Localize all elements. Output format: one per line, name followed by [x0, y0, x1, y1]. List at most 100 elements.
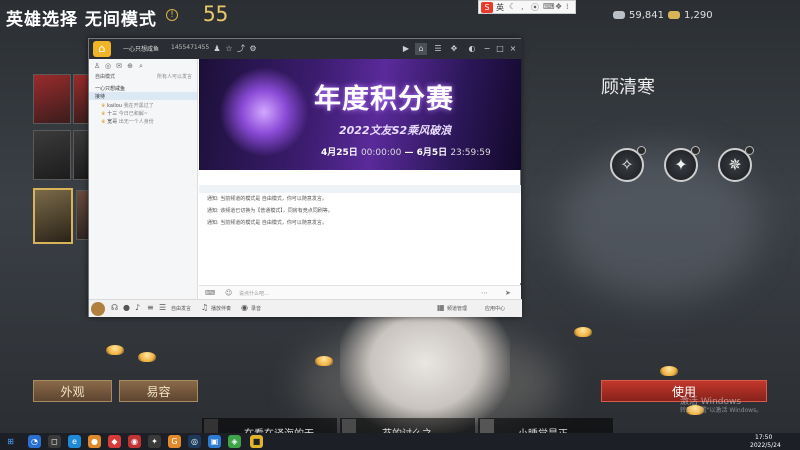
taskbar-date[interactable]: 2022/5/24 [750, 442, 781, 449]
add-icon[interactable]: ⊕ [126, 62, 134, 70]
app-center-button[interactable]: 应用中心 [485, 305, 505, 312]
list-icon[interactable]: ☰ [432, 43, 444, 55]
star-icon[interactable]: ☆ [223, 43, 235, 55]
steam-icon[interactable]: ◎ [188, 435, 201, 448]
chat-bottom-bar: ☊ ● ♪ ≡ ☰ 自由发言 ♫ 播放伴奏 ◉ 录音 ▦ 频道管理 应用中心 [89, 299, 522, 317]
gold-amount: 1,290 [684, 10, 713, 21]
app-icon[interactable]: ● [88, 435, 101, 448]
banner-dates: 4月25日 00:00:00 — 6月5日 23:59:59 [321, 148, 491, 158]
channel-user[interactable]: ♛ 十三 今日已和解~ [101, 110, 148, 117]
punctuation-icon[interactable]: , [521, 2, 524, 11]
banner-start-time: 00:00:00 [360, 148, 402, 158]
skin-icon[interactable]: ◐ [466, 43, 478, 55]
mic-icon[interactable]: ● [123, 303, 130, 312]
share-icon[interactable]: ⤴ [235, 43, 247, 55]
record-button[interactable]: 录音 [251, 305, 261, 312]
moon-icon[interactable]: ☾ [509, 2, 516, 11]
emoji-icon[interactable]: ☺ [225, 289, 232, 297]
message-icon[interactable]: ✉ [115, 62, 123, 70]
channel-user[interactable]: ♛ 宽哥 出无一个人身份 [101, 118, 154, 125]
teammate-avatar [342, 419, 356, 433]
silver-amount: 59,841 [629, 10, 664, 21]
taskbar-time[interactable]: 17:50 [755, 434, 772, 441]
app-icon[interactable]: ◉ [128, 435, 141, 448]
edge-icon[interactable]: e [68, 435, 81, 448]
headset-icon[interactable]: ☊ [111, 303, 118, 312]
mic-settings-icon[interactable]: ◎ [104, 62, 112, 70]
start-icon[interactable]: ⊞ [4, 435, 17, 448]
ime-toolbar[interactable]: S 英 ☾ , ⦿ ⌨ ❖ ⁞ [478, 0, 576, 14]
record-icon[interactable]: ◉ [241, 303, 248, 312]
channel-selected[interactable]: 接待 [95, 93, 105, 100]
hero-tile-selected[interactable] [33, 188, 73, 244]
lotus-lantern-icon [574, 327, 592, 337]
skill-upgrade-icon [745, 146, 754, 155]
free-speech-button[interactable]: 自由发言 [171, 305, 191, 312]
skill-upgrade-icon [637, 146, 646, 155]
send-icon[interactable]: ➤ [505, 289, 511, 297]
message-area-divider [199, 185, 521, 193]
app-icon[interactable]: ✦ [148, 435, 161, 448]
close-icon[interactable]: × [507, 43, 519, 55]
face-button[interactable]: 易容 [119, 380, 198, 402]
app-icon[interactable]: ◻ [48, 435, 61, 448]
hero-tile[interactable] [33, 130, 71, 180]
app-icon[interactable]: ◔ [28, 435, 41, 448]
app-icon[interactable]: ◆ [108, 435, 121, 448]
keyboard-icon[interactable]: ⌨ [543, 2, 555, 11]
welcome-note: 所有人可以发言 [157, 74, 193, 80]
selected-channel-highlight [89, 92, 197, 100]
chat-input[interactable]: 说点什么吧... [239, 290, 269, 297]
hero-tile[interactable] [73, 74, 89, 124]
hero-tile[interactable] [33, 74, 71, 124]
more-icon[interactable]: ⋯ [481, 289, 488, 297]
maximize-icon[interactable]: □ [494, 43, 506, 55]
app-icon[interactable]: ■ [250, 435, 263, 448]
hero-tile[interactable] [73, 130, 89, 180]
minimize-icon[interactable]: − [481, 43, 493, 55]
music-icon[interactable]: ♫ [201, 303, 208, 312]
countdown-timer: 55 [203, 2, 229, 26]
voice-chat-window: ⌂ 一心只想咸鱼 1455471455 ♟ ☆ ⤴ ⚙ ▶ ⌂ ☰ ✥ ◐ − … [88, 38, 522, 317]
banner-title: 年度积分赛 [314, 84, 454, 115]
voice-icon[interactable]: ⦿ [531, 2, 539, 13]
app-icon[interactable]: ▣ [208, 435, 221, 448]
app-icon[interactable]: ◈ [228, 435, 241, 448]
speech-mode-icon[interactable]: ☰ [159, 303, 166, 312]
banner-subtitle: 2022文友S2乘风破浪 [339, 124, 452, 137]
channel-settings-icon[interactable]: ▦ [437, 303, 445, 312]
info-icon[interactable]: ! [166, 9, 178, 21]
chat-titlebar[interactable]: ⌂ 一心只想咸鱼 1455471455 ♟ ☆ ⤴ ⚙ ▶ ⌂ ☰ ✥ ◐ − … [89, 39, 522, 59]
hero-name: 顾清寒 [601, 77, 655, 98]
lotus-lantern-icon [106, 345, 124, 355]
home-tab-icon[interactable]: ⌂ [415, 43, 427, 55]
app-icon[interactable]: G [168, 435, 181, 448]
members-icon[interactable]: ♟ [211, 43, 223, 55]
appearance-button[interactable]: 外观 [33, 380, 112, 402]
silver-coin-icon [613, 11, 625, 19]
self-avatar[interactable] [91, 302, 105, 316]
user-note: 我在开黑过了 [123, 103, 154, 109]
equalizer-icon[interactable]: ≡ [147, 303, 154, 312]
search-icon[interactable]: ⌕ [137, 62, 145, 70]
ime-language[interactable]: 英 [496, 2, 504, 13]
skin-icon[interactable]: ❖ [555, 2, 562, 11]
channel-settings-button[interactable]: 频道管理 [447, 305, 467, 312]
user-name: 十三 [107, 111, 118, 117]
channel-user[interactable]: ♛ kailou 我在开黑过了 [101, 102, 154, 109]
system-message: 通知: 当前频道的模式是 自由模式，你可以随意发言。 [207, 220, 327, 226]
user-name: kailou [107, 103, 122, 109]
banner-end-date: 6月5日 [416, 148, 448, 158]
event-banner[interactable]: 年度积分赛 2022文友S2乘风破浪 4月25日 00:00:00 — 6月5日… [199, 59, 521, 170]
play-music-button[interactable]: 播放伴奏 [211, 305, 231, 312]
settings-icon[interactable]: ⚙ [247, 43, 259, 55]
reception-mode-dropdown[interactable]: 自由模式 [95, 73, 115, 80]
gamepad-icon[interactable]: ✥ [448, 43, 460, 55]
channel-root[interactable]: 一心只想咸鱼 [95, 85, 125, 92]
home-icon[interactable]: ⌂ [93, 41, 111, 57]
user-icon[interactable]: ♙ [93, 62, 101, 70]
keyboard-icon[interactable]: ⌨ [205, 289, 215, 297]
tools-icon[interactable]: ⁞ [566, 2, 569, 11]
volume-icon[interactable]: ♪ [135, 303, 140, 312]
video-icon[interactable]: ▶ [400, 43, 412, 55]
